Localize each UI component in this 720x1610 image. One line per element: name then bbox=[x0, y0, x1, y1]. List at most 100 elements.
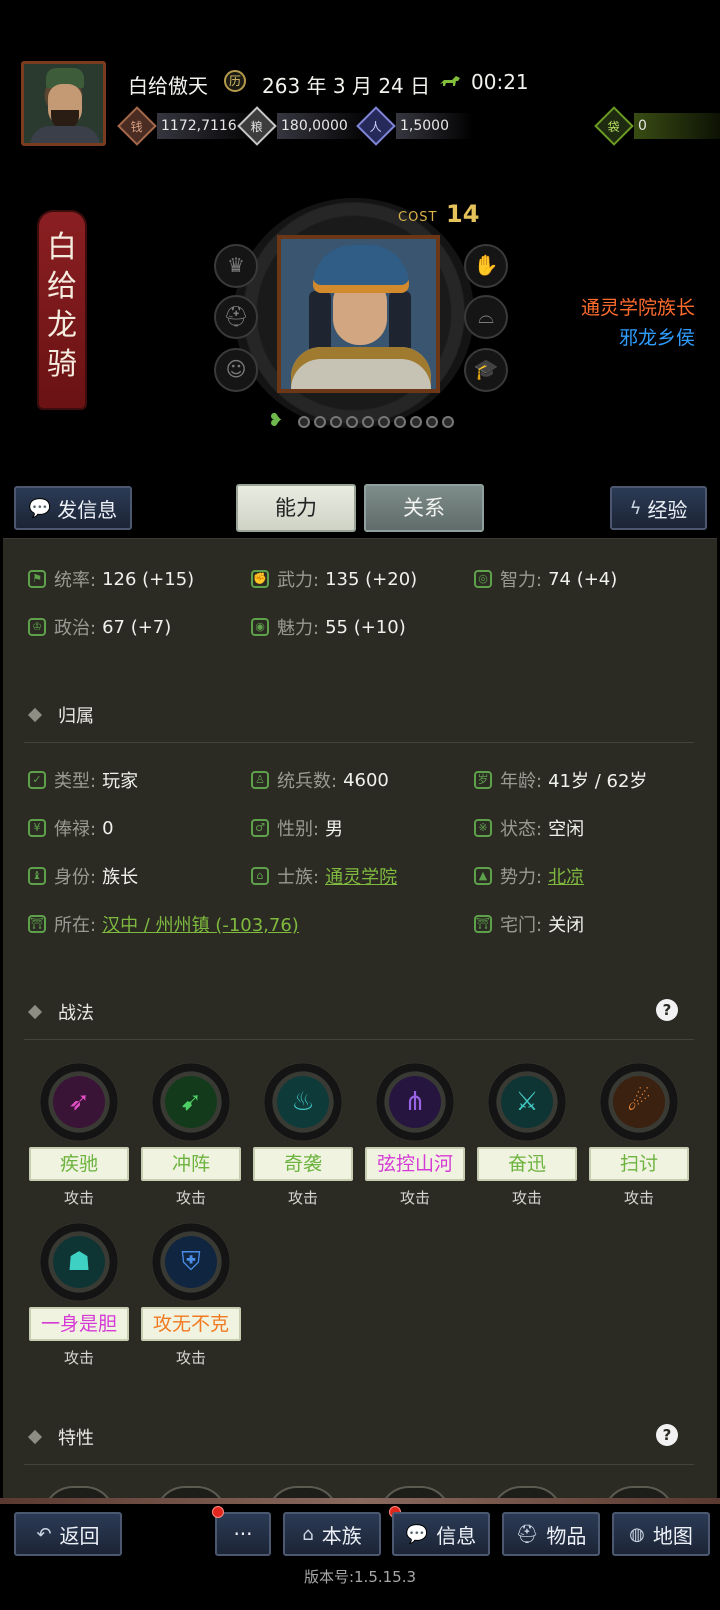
skill-name: 疾驰 bbox=[29, 1147, 129, 1181]
mask-icon[interactable]: ☺ bbox=[214, 348, 258, 392]
silver-coin-icon: 钱 bbox=[117, 106, 157, 146]
location-link[interactable]: 汉中 / 州州镇 (-103,76) bbox=[102, 911, 299, 937]
map-button[interactable]: ◍ 地图 bbox=[612, 1512, 710, 1556]
hand-offer-icon[interactable]: ✋ bbox=[464, 244, 508, 288]
grain-resource[interactable]: 粮 180,0000 bbox=[237, 106, 372, 146]
merit-resource[interactable]: 人 1,5000 bbox=[356, 106, 473, 146]
skill-name: 扫讨 bbox=[589, 1147, 689, 1181]
back-button[interactable]: ↶ 返回 bbox=[14, 1512, 122, 1556]
skill-card[interactable]: ⋔ 弦控山河 攻击 bbox=[365, 1063, 465, 1208]
skill-card[interactable]: ⛨ 攻无不克 攻击 bbox=[141, 1223, 241, 1368]
return-arrow-icon: ↶ bbox=[36, 1523, 52, 1545]
skill-card[interactable]: ➹ 冲阵 攻击 bbox=[141, 1063, 241, 1208]
diamond-icon bbox=[27, 1004, 43, 1020]
general-portrait[interactable] bbox=[277, 235, 440, 393]
info-type: ✓ 类型: 玩家 bbox=[28, 768, 138, 792]
cost-value: 14 bbox=[446, 200, 480, 228]
more-dots: ··· bbox=[233, 1522, 253, 1546]
helmet-icon[interactable]: ⛑ bbox=[214, 295, 258, 339]
clan-button[interactable]: ⌂ 本族 bbox=[283, 1512, 381, 1556]
chat-bubble-icon: 💬 bbox=[405, 1523, 429, 1545]
game-time: 00:21 bbox=[471, 70, 529, 94]
diamond-icon bbox=[27, 1429, 43, 1445]
info-button[interactable]: 💬 信息 bbox=[392, 1512, 490, 1556]
skill-card[interactable]: ➶ 疾驰 攻击 bbox=[29, 1063, 129, 1208]
chat-bubble-icon: 💬 bbox=[28, 497, 52, 519]
title-banner: 白 给 龙 骑 bbox=[39, 212, 85, 408]
skill-card[interactable]: ☗ 一身是胆 攻击 bbox=[29, 1223, 129, 1368]
skill-type: 攻击 bbox=[175, 1189, 206, 1207]
calendar-icon: 历 bbox=[224, 70, 246, 92]
info-gender: ♂ 性别: 男 bbox=[251, 816, 343, 840]
sweep-blade-icon: ☄ bbox=[613, 1076, 665, 1128]
divider bbox=[24, 1039, 694, 1040]
title-char: 给 bbox=[47, 269, 77, 304]
horse-icon bbox=[440, 76, 460, 86]
soldier-icon: ♙ bbox=[251, 771, 269, 789]
clan-leader-tag: 通灵学院族长 bbox=[580, 297, 695, 319]
skill-type: 攻击 bbox=[63, 1349, 94, 1367]
version-label: 版本号:1.5.15.3 bbox=[303, 1568, 417, 1586]
triple-arrow-icon: ➶ bbox=[53, 1076, 105, 1128]
tactics-help-icon[interactable]: ? bbox=[656, 999, 678, 1021]
merit-icon: 人 bbox=[356, 106, 396, 146]
info-clan: ⌂ 士族: 通灵学院 bbox=[251, 864, 397, 888]
info-salary: ¥ 俸禄: 0 bbox=[28, 816, 114, 840]
skill-card[interactable]: ☄ 扫讨 攻击 bbox=[589, 1063, 689, 1208]
skill-name: 冲阵 bbox=[141, 1147, 241, 1181]
skill-type: 攻击 bbox=[511, 1189, 542, 1207]
lightning-icon: ϟ bbox=[629, 497, 642, 519]
diamond-icon bbox=[27, 707, 43, 723]
crown-icon[interactable]: ♛ bbox=[214, 244, 258, 288]
nav-decor-strip bbox=[0, 1498, 720, 1504]
info-identity: ♝ 身份: 族长 bbox=[28, 864, 138, 888]
cost-label: COST bbox=[398, 210, 438, 225]
section-affiliation: 归属 bbox=[27, 702, 94, 728]
grain-icon: 粮 bbox=[237, 106, 277, 146]
info-gate: ⛩ 宅门: 关闭 bbox=[474, 912, 584, 936]
brain-icon: ◎ bbox=[474, 570, 492, 588]
clan-link[interactable]: 通灵学院 bbox=[325, 863, 397, 889]
hat-icon[interactable]: ⌓ bbox=[464, 295, 508, 339]
skill-type: 攻击 bbox=[399, 1189, 430, 1207]
game-date: 263 年 3 月 24 日 bbox=[262, 74, 431, 98]
pagoda-icon: ⛩ bbox=[28, 915, 46, 933]
arrows-charge-icon: ➹ bbox=[165, 1076, 217, 1128]
bust-icon: ♝ bbox=[28, 867, 46, 885]
send-message-button[interactable]: 💬 发信息 bbox=[14, 486, 132, 530]
skill-card[interactable]: ⚔ 奋迅 攻击 bbox=[477, 1063, 577, 1208]
flame-warriors-icon: ♨ bbox=[277, 1076, 329, 1128]
status-icon: ※ bbox=[474, 819, 492, 837]
skill-name: 奇袭 bbox=[253, 1147, 353, 1181]
divider bbox=[24, 1464, 694, 1465]
player-avatar[interactable] bbox=[21, 61, 106, 146]
clan-icon: ⌂ bbox=[251, 867, 269, 885]
more-button[interactable]: ··· bbox=[215, 1512, 271, 1556]
fan-arrows-icon: ⋔ bbox=[389, 1076, 441, 1128]
mortarboard-icon[interactable]: 🎓 bbox=[464, 348, 508, 392]
traits-help-icon[interactable]: ? bbox=[656, 1424, 678, 1446]
tab-ability[interactable]: 能力 bbox=[236, 484, 356, 532]
title-char: 龙 bbox=[47, 308, 77, 343]
stat-charm: ◉ 魅力: 55 (+10) bbox=[251, 615, 406, 639]
info-faction: ▲ 势力: 北凉 bbox=[474, 864, 584, 888]
stat-command: ⚑ 统率: 126 (+15) bbox=[28, 567, 194, 591]
title-char: 白 bbox=[47, 230, 77, 265]
crossed-swords-icon: ⚔ bbox=[501, 1076, 553, 1128]
skill-name: 一身是胆 bbox=[29, 1307, 129, 1341]
skill-card[interactable]: ♨ 奇袭 攻击 bbox=[253, 1063, 353, 1208]
tab-relation[interactable]: 关系 bbox=[364, 484, 484, 532]
stat-politics: ♔ 政治: 67 (+7) bbox=[28, 615, 171, 639]
experience-button[interactable]: ϟ 经验 bbox=[610, 486, 707, 530]
faction-link[interactable]: 北凉 bbox=[548, 863, 584, 889]
pouch-amount: 0 bbox=[634, 113, 720, 139]
skill-name: 奋迅 bbox=[477, 1147, 577, 1181]
pouch-icon: 袋 bbox=[594, 106, 634, 146]
items-button[interactable]: ⛑ 物品 bbox=[502, 1512, 600, 1556]
pouch-resource[interactable]: 袋 0 bbox=[594, 106, 720, 146]
arm-icon: ✊ bbox=[251, 570, 269, 588]
skill-type: 攻击 bbox=[63, 1189, 94, 1207]
skill-type: 攻击 bbox=[623, 1189, 654, 1207]
notification-dot bbox=[212, 1506, 224, 1518]
divider bbox=[24, 742, 694, 743]
